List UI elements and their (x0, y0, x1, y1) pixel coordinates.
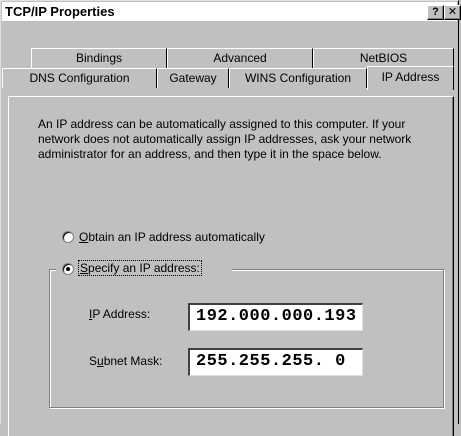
specify-ip-radio[interactable] (62, 263, 74, 275)
tab-ip-address[interactable]: IP Address (367, 66, 454, 90)
obtain-rest: btain an IP address automatically (88, 230, 265, 244)
tab-netbios[interactable]: NetBIOS (313, 48, 454, 68)
obtain-accel: O (79, 230, 89, 244)
subnet-mask-field[interactable]: 255.255.255. 0 (188, 348, 363, 376)
tab-bindings[interactable]: Bindings (31, 48, 167, 68)
tab-dns-configuration[interactable]: DNS Configuration (2, 68, 157, 88)
tab-gateway[interactable]: Gateway (157, 68, 229, 88)
subnet-mask-label: Subnet Mask: (89, 354, 162, 368)
specify-accel: S (80, 261, 89, 275)
ip-address-label: IP Address: (89, 307, 150, 321)
help-button[interactable]: ? (427, 5, 444, 20)
specify-ip-groupbox (49, 269, 444, 408)
radio-selected-dot (66, 267, 70, 271)
obtain-ip-label[interactable]: Obtain an IP address automatically (79, 230, 265, 244)
subnet-accel: u (97, 354, 104, 368)
specify-rest: pecify an IP address: (88, 261, 200, 275)
subnet-label-s: S (89, 354, 98, 368)
tab-wins-configuration[interactable]: WINS Configuration (229, 68, 367, 88)
title-bar: TCP/IP Properties ? ✕ (2, 2, 461, 21)
focus-rectangle: Specify an IP address: (78, 260, 202, 276)
specify-ip-label[interactable]: Specify an IP address: (78, 260, 202, 276)
description-text: An IP address can be automatically assig… (38, 117, 412, 161)
close-button[interactable]: ✕ (444, 5, 461, 20)
ip-address-field[interactable]: 192.000.000.193 (188, 303, 363, 331)
obtain-ip-radio[interactable] (62, 231, 74, 243)
subnet-label-rest: bnet Mask: (103, 354, 163, 368)
window-title: TCP/IP Properties (5, 4, 115, 19)
ip-label-rest: P Address: (92, 307, 151, 321)
tab-advanced[interactable]: Advanced (167, 48, 313, 68)
